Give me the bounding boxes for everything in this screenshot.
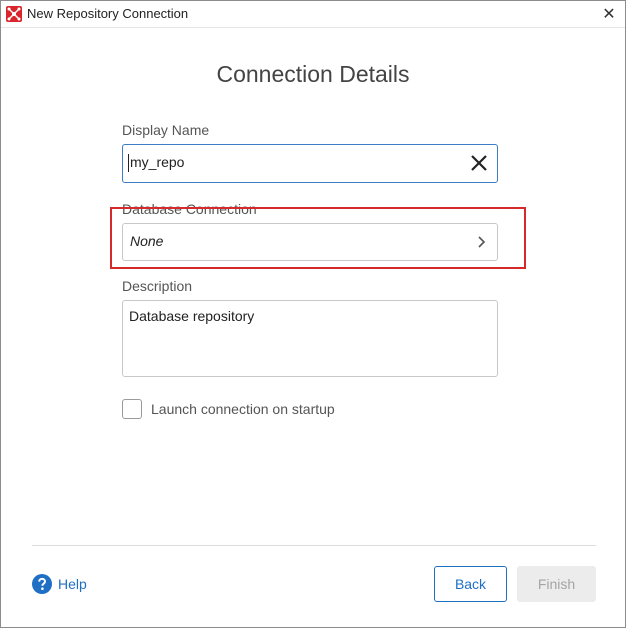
title-bar: New Repository Connection ✕ [1,1,625,28]
description-label: Description [122,278,193,294]
finish-button[interactable]: Finish [517,566,596,602]
launch-on-startup-label[interactable]: Launch connection on startup [151,401,335,417]
database-connection-selector[interactable]: None [122,223,498,261]
help-link[interactable]: Help [32,573,87,595]
dialog-window: New Repository Connection ✕ Connection D… [0,0,626,628]
close-icon: ✕ [602,6,616,23]
launch-on-startup-checkbox[interactable] [122,399,142,419]
text-caret [128,154,129,172]
chevron-right-icon [477,235,487,249]
app-logo-icon [6,6,22,22]
back-button[interactable]: Back [434,566,507,602]
page-title: Connection Details [216,61,410,87]
clear-x-icon[interactable] [470,154,488,172]
display-name-value: my_repo [130,154,185,170]
description-value: Database repository [129,308,255,324]
database-connection-label: Database Connection [122,201,257,217]
display-name-input[interactable]: my_repo [122,144,498,183]
help-icon [32,574,52,594]
help-label: Help [58,576,87,592]
close-button[interactable]: ✕ [599,4,619,24]
database-connection-value: None [130,233,164,249]
display-name-label: Display Name [122,122,210,138]
window-title: New Repository Connection [27,6,189,21]
description-textarea[interactable]: Database repository [122,300,498,377]
footer-divider [32,545,596,546]
